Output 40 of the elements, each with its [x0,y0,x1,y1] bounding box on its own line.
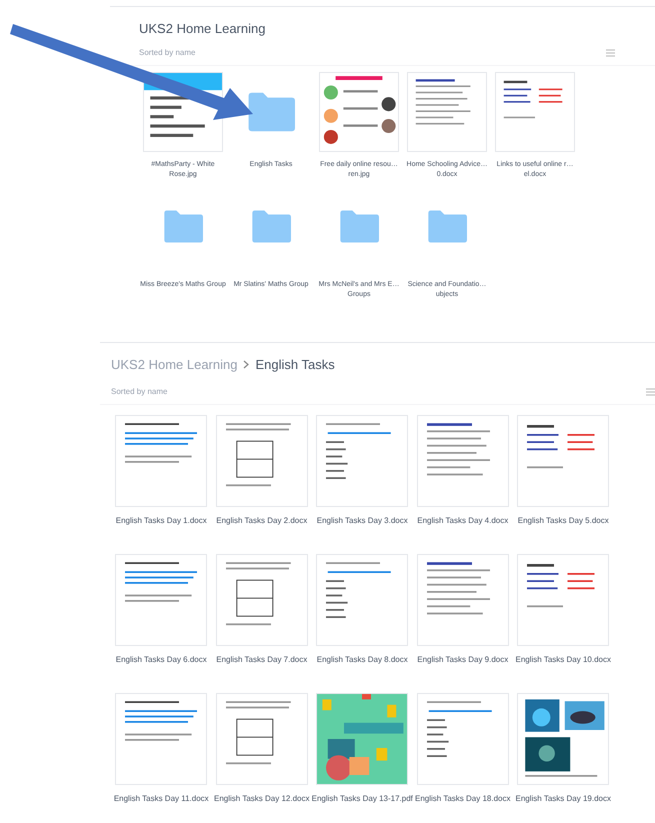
folder-icon[interactable] [251,210,291,243]
file-name[interactable]: English Tasks Day 4.docx [417,515,508,527]
file-name[interactable]: English Tasks Day 10.docx [516,654,611,666]
document-thumbnail[interactable] [216,693,308,785]
file-name[interactable]: English Tasks Day 2.docx [216,515,308,527]
file-name[interactable]: English Tasks Day 13-17.pdf [312,793,413,805]
document-thumbnail[interactable] [316,554,408,646]
document-thumbnail[interactable] [416,415,509,507]
file-name[interactable]: English Tasks Day 18.docx [415,793,510,805]
file-name[interactable]: English Tasks Day 6.docx [116,654,207,666]
folder-icon[interactable] [247,92,295,132]
document-thumbnail[interactable] [216,415,308,507]
document-thumbnail[interactable] [216,554,308,646]
file-name[interactable]: English Tasks Day 19.docx [516,793,611,805]
list-view-icon[interactable] [606,48,615,56]
document-thumbnail[interactable] [115,415,208,507]
file-name[interactable]: English Tasks Day 8.docx [316,654,408,666]
breadcrumb-separator-icon [243,360,250,369]
file-name[interactable]: English Tasks Day 1.docx [116,515,207,527]
folder-icon[interactable] [163,210,203,243]
folder-title: English Tasks [255,356,335,374]
folder-title: UKS2 Home Learning [139,20,266,38]
file-name[interactable]: English Tasks Day 11.docx [114,793,209,805]
file-name[interactable]: English Tasks Day 5.docx [518,515,609,527]
document-thumbnail[interactable] [416,693,509,785]
document-thumbnail[interactable] [316,415,408,507]
folder-icon[interactable] [427,210,467,243]
document-thumbnail[interactable] [416,554,509,646]
file-name[interactable]: English Tasks Day 9.docx [417,654,508,666]
document-thumbnail[interactable] [495,72,575,152]
list-view-icon[interactable] [646,388,655,396]
file-name[interactable]: English Tasks Day 7.docx [216,654,308,666]
file-name[interactable]: English Tasks Day 12.docx [214,793,310,805]
document-thumbnail[interactable] [517,415,610,507]
document-thumbnail[interactable] [517,554,610,646]
document-thumbnail[interactable] [115,554,208,646]
document-thumbnail[interactable] [407,72,487,152]
folder-icon[interactable] [339,210,379,243]
file-name[interactable]: English Tasks Day 3.docx [316,515,408,527]
document-thumbnail[interactable] [115,693,208,785]
